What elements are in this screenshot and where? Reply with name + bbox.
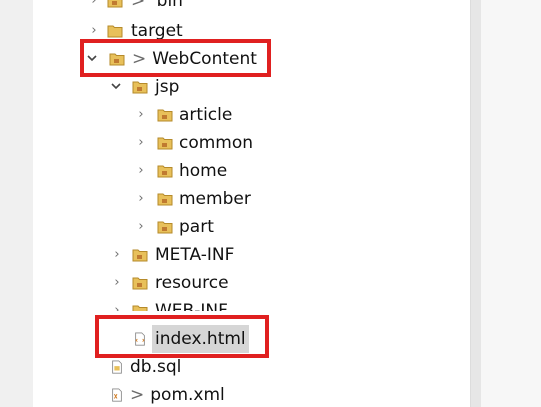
chevron-right-icon[interactable]: ›: [134, 185, 148, 213]
folder-project-icon: [157, 193, 173, 206]
tree-item-label: home: [179, 161, 228, 181]
chevron-right-icon[interactable]: ›: [87, 0, 101, 15]
tree-item-label: WEB-INF: [155, 301, 228, 311]
tree-item-target[interactable]: › target: [33, 17, 470, 45]
chevron-right-icon[interactable]: ›: [134, 213, 148, 241]
tree-item-label: WebContent: [152, 49, 257, 69]
tree-item-bin[interactable]: › > bin: [33, 0, 470, 15]
chevron-right-icon[interactable]: ›: [134, 157, 148, 185]
chevron-right-icon[interactable]: ›: [134, 101, 148, 129]
tree-item-label: part: [179, 217, 214, 237]
folder-project-icon: [107, 0, 123, 8]
tree-item-label: jsp: [155, 77, 180, 97]
dirty-marker: >: [130, 385, 145, 405]
right-pane: [481, 0, 541, 407]
tree-item-label: target: [131, 21, 183, 41]
folder-project-icon: [132, 81, 148, 94]
tree-item-label: index.html: [152, 325, 249, 353]
chevron-right-icon[interactable]: ›: [134, 129, 148, 157]
folder-project-icon: [157, 137, 173, 150]
tree-item-label: member: [179, 189, 251, 209]
dirty-marker: >: [132, 49, 147, 69]
tree-item-jsp[interactable]: jsp: [33, 73, 470, 101]
tree-item-label: common: [179, 133, 254, 153]
tree-item-article[interactable]: › article: [33, 101, 470, 129]
tree-item-label: pom.xml: [150, 385, 225, 405]
tree-item-common[interactable]: › common: [33, 129, 470, 157]
tree-item-member[interactable]: › member: [33, 185, 470, 213]
chevron-down-icon[interactable]: [85, 45, 99, 73]
tree-item-label: META-INF: [155, 245, 235, 265]
project-explorer-tree: › > bin › target > WebContent jsp › arti…: [33, 0, 470, 407]
html-file-icon: [135, 332, 145, 346]
chevron-right-icon[interactable]: ›: [110, 241, 124, 269]
file-icon: [112, 360, 122, 374]
folder-icon: [107, 25, 123, 38]
tree-item-web-inf[interactable]: › WEB-INF: [33, 297, 470, 311]
tree-item-meta-inf[interactable]: › META-INF: [33, 241, 470, 269]
folder-project-icon: [132, 277, 148, 290]
tree-item-resource[interactable]: › resource: [33, 269, 470, 297]
folder-project-icon: [157, 109, 173, 122]
tree-item-db-sql[interactable]: db.sql: [33, 353, 470, 381]
folder-project-icon: [132, 249, 148, 262]
tree-item-index-html[interactable]: index.html: [33, 325, 470, 353]
xml-file-icon: [112, 388, 122, 402]
tree-item-label: resource: [155, 273, 229, 293]
tree-item-label: article: [179, 105, 233, 125]
folder-project-icon: [157, 165, 173, 178]
chevron-right-icon[interactable]: ›: [87, 17, 101, 45]
folder-project-icon: [132, 305, 148, 311]
tree-item-part[interactable]: › part: [33, 213, 470, 241]
tree-item-label: db.sql: [130, 357, 182, 377]
chevron-right-icon[interactable]: ›: [110, 269, 124, 297]
tree-item-pom-xml[interactable]: > pom.xml: [33, 381, 470, 407]
folder-project-icon: [109, 53, 125, 66]
vertical-scrollbar[interactable]: [470, 0, 481, 407]
tree-item-home[interactable]: › home: [33, 157, 470, 185]
chevron-right-icon[interactable]: ›: [110, 297, 124, 311]
folder-project-icon: [157, 221, 173, 234]
chevron-down-icon[interactable]: [109, 73, 123, 101]
tree-item-webcontent[interactable]: > WebContent: [33, 45, 470, 73]
tree-item-label: bin: [156, 0, 183, 11]
